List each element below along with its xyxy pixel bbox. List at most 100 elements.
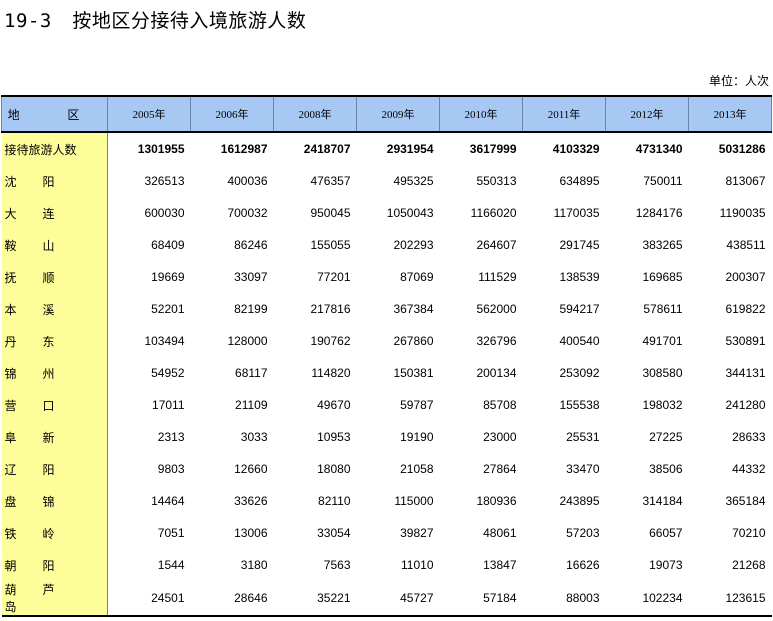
value-cell: 21058 bbox=[400, 462, 434, 476]
value-cell: 190762 bbox=[310, 334, 351, 348]
value-cell: 9803 bbox=[157, 462, 185, 476]
value-cell: 3617999 bbox=[469, 142, 517, 156]
value-cell: 3180 bbox=[240, 558, 268, 572]
value-cell: 44332 bbox=[732, 462, 766, 476]
value-cell: 1612987 bbox=[220, 142, 268, 156]
region-cell: 盘锦 bbox=[1, 485, 108, 517]
value-cell: 38506 bbox=[649, 462, 683, 476]
value-cell: 14464 bbox=[151, 494, 185, 508]
value-cell: 19073 bbox=[649, 558, 683, 572]
value-cell: 85708 bbox=[483, 398, 517, 412]
table-row: 盘锦 14464 33626 82110 115000 180936 243895 31418… bbox=[1, 485, 772, 517]
value-cell: 264607 bbox=[476, 238, 517, 252]
region-cell: 鞍山 bbox=[1, 229, 108, 261]
value-cell: 326796 bbox=[476, 334, 517, 348]
value-cell: 57184 bbox=[439, 581, 523, 617]
value-cell: 1050043 bbox=[386, 206, 434, 220]
table-row: 本溪 52201 82199 217816 367384 562000 594217 5786… bbox=[1, 293, 772, 325]
value-cell: 48061 bbox=[483, 526, 517, 540]
value-cell: 66057 bbox=[649, 526, 683, 540]
value-cell: 77201 bbox=[317, 270, 351, 284]
value-cell: 217816 bbox=[310, 302, 351, 316]
value-cell: 1170035 bbox=[553, 206, 600, 220]
region-cell: 辽阳 bbox=[1, 453, 108, 485]
value-cell: 35221 bbox=[273, 581, 357, 617]
value-cell: 52201 bbox=[151, 302, 185, 316]
value-cell: 950045 bbox=[310, 206, 351, 220]
value-cell: 39827 bbox=[400, 526, 434, 540]
value-cell: 13847 bbox=[483, 558, 517, 572]
value-cell: 750011 bbox=[643, 174, 683, 188]
value-cell: 4103329 bbox=[552, 142, 600, 156]
region-cell: 阜新 bbox=[1, 421, 108, 453]
value-cell: 16626 bbox=[566, 558, 600, 572]
table-row: 沈阳 326513 400036 476357 495325 550313 634895 75… bbox=[1, 165, 772, 197]
value-cell: 82110 bbox=[318, 494, 351, 508]
value-cell: 25531 bbox=[566, 430, 600, 444]
value-cell: 1166020 bbox=[470, 206, 517, 220]
region-cell: 抚顺 bbox=[1, 261, 108, 293]
value-cell: 267860 bbox=[393, 334, 434, 348]
value-cell: 367384 bbox=[393, 302, 434, 316]
value-cell: 68117 bbox=[235, 366, 268, 380]
table-row: 丹东 103494 128000 190762 267860 326796 400540 49… bbox=[1, 325, 772, 357]
table-row: 锦州 54952 68117 114820 150381 200134 253092 3085… bbox=[1, 357, 772, 389]
value-cell: 24501 bbox=[107, 581, 191, 617]
value-cell: 619822 bbox=[725, 302, 766, 316]
region-cell: 大连 bbox=[1, 197, 108, 229]
value-cell: 128000 bbox=[227, 334, 268, 348]
value-cell: 314184 bbox=[642, 494, 683, 508]
value-cell: 438511 bbox=[726, 238, 766, 252]
value-cell: 594217 bbox=[559, 302, 600, 316]
value-cell: 138539 bbox=[559, 270, 600, 284]
value-cell: 2313 bbox=[157, 430, 185, 444]
value-cell: 33470 bbox=[566, 462, 600, 476]
year-column-header: 2006年 bbox=[190, 95, 274, 133]
value-cell: 2418707 bbox=[303, 142, 351, 156]
table-row: 葫芦岛 24501 28646 35221 45727 57184 88003 102234 1… bbox=[1, 581, 772, 617]
value-cell: 23000 bbox=[483, 430, 517, 444]
value-cell: 12660 bbox=[234, 462, 268, 476]
value-cell: 1301955 bbox=[137, 142, 185, 156]
value-cell: 68409 bbox=[151, 238, 185, 252]
page-title: 19-3 按地区分接待入境旅游人数 bbox=[4, 6, 306, 33]
table-row: 大连 600030 700032 950045 1050043 1166020 117003… bbox=[1, 197, 772, 229]
region-cell: 沈阳 bbox=[1, 165, 108, 197]
value-cell: 86246 bbox=[234, 238, 268, 252]
value-cell: 383265 bbox=[642, 238, 683, 252]
table-row: 朝阳 1544 3180 7563 11010 13847 16626 19073 21268 bbox=[1, 549, 772, 581]
year-column-header: 2011年 bbox=[522, 95, 606, 133]
value-cell: 253092 bbox=[559, 366, 600, 380]
value-cell: 150381 bbox=[393, 366, 434, 380]
value-cell: 562000 bbox=[476, 302, 517, 316]
value-cell: 33626 bbox=[234, 494, 268, 508]
table-row: 营口 17011 21109 49670 59787 85708 155538 198032 2… bbox=[1, 389, 772, 421]
value-cell: 21268 bbox=[732, 558, 766, 572]
region-cell: 铁岭 bbox=[1, 517, 108, 549]
value-cell: 1284176 bbox=[635, 206, 683, 220]
table-row: 辽阳 9803 12660 18080 21058 27864 33470 38506 4433… bbox=[1, 453, 772, 485]
value-cell: 111529 bbox=[478, 270, 517, 284]
value-cell: 1544 bbox=[157, 558, 185, 572]
year-column-header: 2010年 bbox=[439, 95, 523, 133]
value-cell: 11010 bbox=[401, 558, 434, 572]
region-column-header: 地 区 bbox=[1, 95, 108, 133]
value-cell: 115000 bbox=[394, 494, 434, 508]
value-cell: 578611 bbox=[643, 302, 683, 316]
total-row: 接待旅游人数 1301955 1612987 2418707 2931954 361799… bbox=[1, 132, 772, 165]
region-cell: 营口 bbox=[1, 389, 108, 421]
year-column-header: 2009年 bbox=[356, 95, 440, 133]
year-column-header: 2008年 bbox=[273, 95, 357, 133]
value-cell: 200134 bbox=[476, 366, 517, 380]
value-cell: 28633 bbox=[732, 430, 766, 444]
value-cell: 155538 bbox=[559, 398, 600, 412]
value-cell: 87069 bbox=[400, 270, 434, 284]
value-cell: 155055 bbox=[310, 238, 351, 252]
total-label: 接待旅游人数 bbox=[1, 132, 108, 165]
value-cell: 18080 bbox=[317, 462, 351, 476]
value-cell: 180936 bbox=[476, 494, 517, 508]
value-cell: 550313 bbox=[476, 174, 517, 188]
value-cell: 476357 bbox=[310, 174, 351, 188]
value-cell: 45727 bbox=[356, 581, 440, 617]
value-cell: 3033 bbox=[240, 430, 268, 444]
